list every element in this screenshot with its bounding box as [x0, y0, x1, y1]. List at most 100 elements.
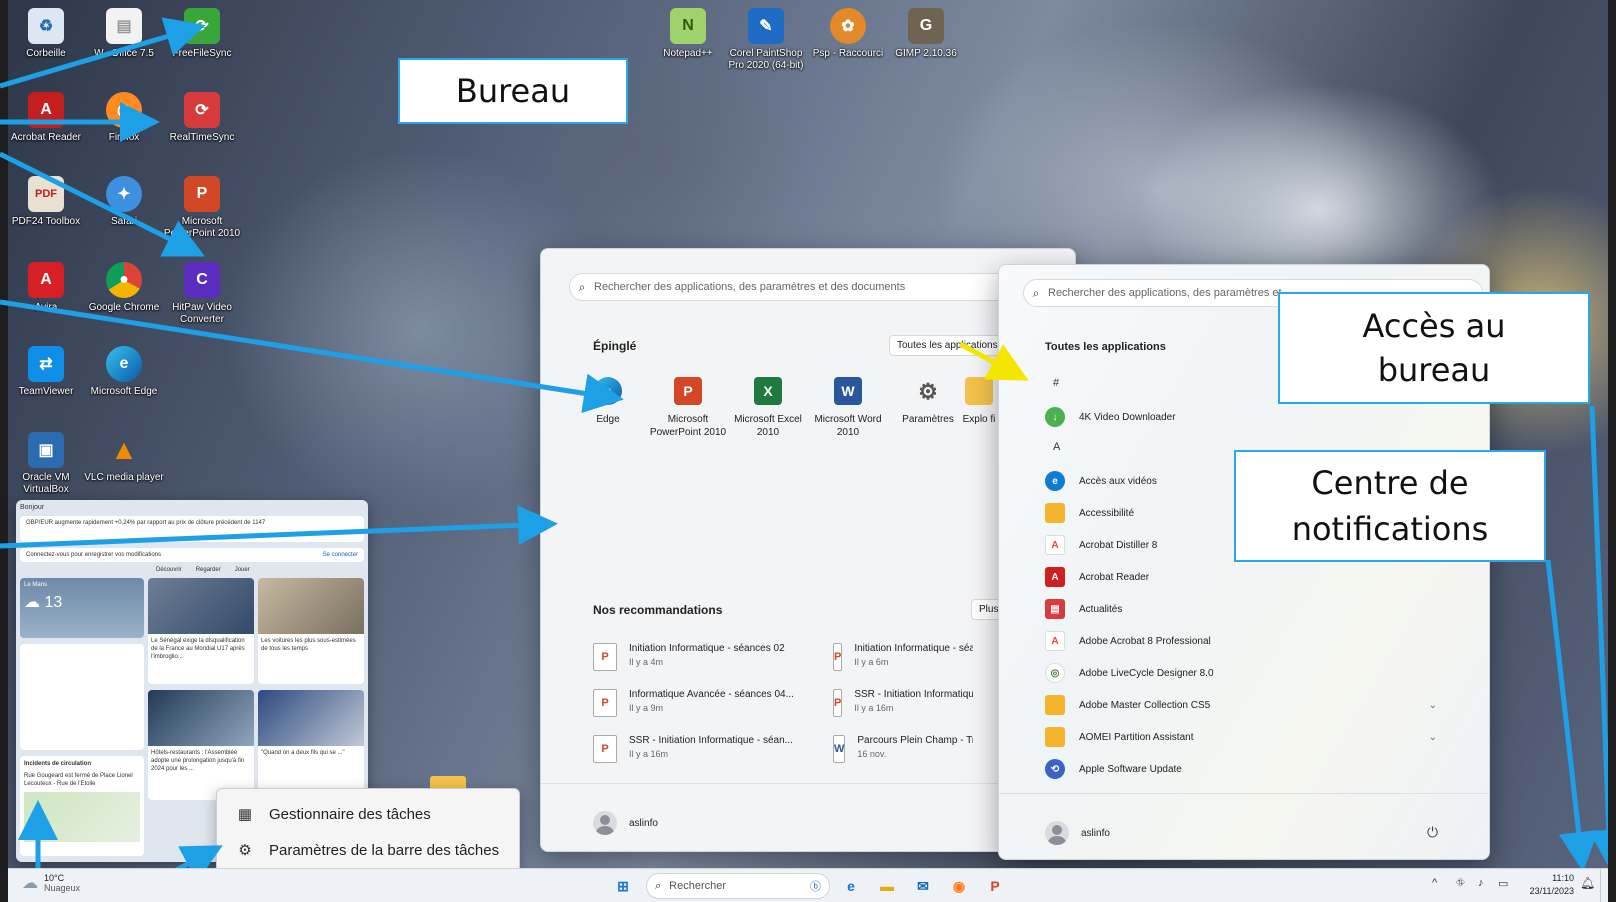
- notification-bell-icon[interactable]: 🔔︎: [1580, 876, 1595, 890]
- widgets-headline: GBP/EUR augmente rapidement +0,24% par r…: [26, 520, 266, 526]
- show-desktop-button[interactable]: [1600, 869, 1606, 902]
- livecycle-icon: ◎: [1045, 663, 1065, 683]
- tab-regarder[interactable]: Regarder: [196, 566, 221, 574]
- app-label: Acrobat Reader: [1079, 571, 1150, 583]
- app-item-aomei[interactable]: AOMEI Partition Assistant ⌄: [1045, 725, 1445, 749]
- menu-item-task-manager[interactable]: ▦ Gestionnaire des tâches: [225, 797, 513, 831]
- desktop-icon-gimp[interactable]: G GIMP 2.10.36: [884, 8, 968, 60]
- news-card[interactable]: Hôtels-restaurants : l'Assemblée adopte …: [148, 690, 254, 800]
- menu-item-taskbar-settings[interactable]: ⚙ Paramètres de la barre des tâches: [225, 833, 513, 867]
- chevron-down-icon[interactable]: ⌄: [1429, 732, 1437, 743]
- tray-chevron-up-icon[interactable]: ^: [1432, 877, 1437, 889]
- traffic-widget[interactable]: Incidents de circulation Rue Gougeard es…: [20, 756, 144, 856]
- chevron-down-icon[interactable]: ⌄: [1429, 700, 1437, 711]
- search-icon: ⌕: [1032, 285, 1040, 300]
- start-user-button[interactable]: aslinfo: [593, 811, 658, 835]
- start-button[interactable]: ⊞: [610, 873, 636, 899]
- letter-header[interactable]: #: [1053, 377, 1059, 389]
- rec-title: SSR - Initiation Informatique - séan...: [629, 735, 793, 746]
- bing-icon: ⓑ: [810, 881, 821, 893]
- pinned-edge[interactable]: e Edge: [567, 377, 649, 426]
- pinned-word[interactable]: W Microsoft Word 2010: [807, 377, 889, 439]
- all-apps-button[interactable]: Toutes les applications: [889, 335, 1006, 356]
- app-item-apple-software-update[interactable]: ⟲ Apple Software Update: [1045, 757, 1445, 781]
- word-icon: W: [834, 377, 862, 405]
- rec-time: Il y a 6m: [854, 657, 889, 667]
- taskbar-edge[interactable]: e: [838, 873, 864, 899]
- desktop-icon-pdf24[interactable]: PDF PDF24 Toolbox: [4, 176, 88, 228]
- firefox-icon: ◉: [106, 92, 142, 128]
- desktop-icon-firefox[interactable]: ◉ Firefox: [82, 92, 166, 144]
- desktop-icon-avira[interactable]: A Avira: [4, 262, 88, 314]
- stocks-widget[interactable]: [20, 644, 144, 750]
- tab-decouvrir[interactable]: Découvrir: [156, 566, 182, 574]
- rec-title: SSR - Initiation Informatique: [854, 689, 973, 700]
- taskbar-powerpoint[interactable]: P: [982, 873, 1008, 899]
- pinned-powerpoint[interactable]: P Microsoft PowerPoint 2010: [647, 377, 729, 439]
- widgets-headline-card[interactable]: GBP/EUR augmente rapidement +0,24% par r…: [20, 516, 364, 542]
- news-card[interactable]: Les voitures les plus sous-estimées de t…: [258, 578, 364, 684]
- start-search-input[interactable]: ⌕ Rechercher des applications, des param…: [569, 273, 1049, 301]
- desktop-icon-edge[interactable]: e Microsoft Edge: [82, 346, 166, 398]
- recommendation-item[interactable]: P SSR - Initiation Informatique Il y a 16…: [833, 689, 973, 723]
- desktop-icon-notepadpp[interactable]: N Notepad++: [646, 8, 730, 60]
- desktop-icon-powerpoint[interactable]: P Microsoft PowerPoint 2010: [160, 176, 244, 240]
- desktop-icon-teamviewer[interactable]: ⇄ TeamViewer: [4, 346, 88, 398]
- app-item-4k-video-downloader[interactable]: ↓ 4K Video Downloader: [1045, 405, 1445, 429]
- pinned-explorer[interactable]: Explo fi: [959, 377, 999, 426]
- letter-header[interactable]: A: [1053, 441, 1060, 453]
- desktop-icon-vlc[interactable]: ▲ VLC media player: [82, 432, 166, 484]
- edge-icon: e: [1045, 471, 1065, 491]
- pinned-excel[interactable]: X Microsoft Excel 2010: [727, 377, 809, 439]
- app-item-acrobat-8-pro[interactable]: A Adobe Acrobat 8 Professional: [1045, 629, 1445, 653]
- app-item-master-collection[interactable]: Adobe Master Collection CS5 ⌄: [1045, 693, 1445, 717]
- pinned-parametres[interactable]: ⚙ Paramètres: [887, 377, 969, 426]
- recommendation-item[interactable]: P Initiation Informatique - séances 02 Il…: [593, 643, 813, 677]
- word-file-icon: W: [833, 735, 846, 763]
- recommendation-item[interactable]: P SSR - Initiation Informatique - séan..…: [593, 735, 813, 769]
- volume-icon[interactable]: ♪: [1478, 877, 1484, 889]
- power-icon[interactable]: ⏻: [1427, 825, 1438, 841]
- widgets-signin-link[interactable]: Se connecter: [323, 551, 358, 559]
- taskbar-file-explorer[interactable]: ▬: [874, 873, 900, 899]
- desktop-icon-corbeille[interactable]: ♻ Corbeille: [4, 8, 88, 60]
- app-item-acrobat-reader[interactable]: A Acrobat Reader: [1045, 565, 1445, 589]
- recommendation-item[interactable]: P Initiation Informatique - séa Il y a 6m: [833, 643, 973, 677]
- taskbar-weather[interactable]: ☁ 10°C Nuageux: [22, 873, 80, 893]
- desktop-icon-safari[interactable]: ✦ Safari: [82, 176, 166, 228]
- desktop-icon-realtimesync[interactable]: ⟳ RealTimeSync: [160, 92, 244, 144]
- pdf24-icon: PDF: [28, 176, 64, 212]
- news-image: [148, 578, 254, 634]
- all-apps-user-button[interactable]: aslinfo: [1045, 821, 1110, 845]
- network-icon[interactable]: ⛗: [1456, 877, 1465, 890]
- document-icon: ▤: [106, 8, 142, 44]
- powerpoint-file-icon: P: [833, 689, 843, 717]
- app-item-actualites[interactable]: ▤ Actualités: [1045, 597, 1445, 621]
- desktop-icon-office[interactable]: ▤ W...Office 7.5: [82, 8, 166, 60]
- desktop-icon-virtualbox[interactable]: ▣ Oracle VM VirtualBox: [4, 432, 88, 496]
- desktop[interactable]: ♻ Corbeille ▤ W...Office 7.5 ⟳ FreeFileS…: [0, 0, 1616, 902]
- widgets-signin-card[interactable]: Connectez-vous pour enregistrer vos modi…: [20, 548, 364, 562]
- desktop-icon-paintshop[interactable]: ✎ Corel PaintShop Pro 2020 (64-bit): [724, 8, 808, 72]
- recommendation-item[interactable]: P Informatique Avancée - séances 04... Il…: [593, 689, 813, 723]
- app-item-livecycle[interactable]: ◎ Adobe LiveCycle Designer 8.0: [1045, 661, 1445, 685]
- taskbar-clock[interactable]: 11:10 23/11/2023: [1518, 872, 1574, 898]
- taskbar-search[interactable]: ⌕ Rechercher ⓑ: [646, 873, 830, 899]
- taskbar-firefox[interactable]: ◉: [946, 873, 972, 899]
- battery-icon[interactable]: ▭: [1498, 877, 1508, 890]
- desktop-icon-hitpaw[interactable]: C HitPaw Video Converter: [160, 262, 244, 326]
- weather-widget[interactable]: Le Mans ☁ 13: [20, 578, 144, 638]
- desktop-icon-acrobat[interactable]: A Acrobat Reader: [4, 92, 88, 144]
- menu-item-label: Paramètres de la barre des tâches: [269, 841, 500, 859]
- taskbar-context-menu: ▦ Gestionnaire des tâches ⚙ Paramètres d…: [216, 788, 520, 874]
- news-card[interactable]: Le Sénégal exige la disqualification de …: [148, 578, 254, 684]
- desktop-icon-psp[interactable]: ✿ Psp - Raccourci: [806, 8, 890, 60]
- powerpoint-file-icon: P: [593, 643, 617, 671]
- news-card[interactable]: "Quand on a deux fils qui se ...": [258, 690, 364, 800]
- recommendation-item[interactable]: W Parcours Plein Champ - Tran 16 nov.: [833, 735, 973, 769]
- desktop-icon-freefilesync[interactable]: ⟳ FreeFileSync: [160, 8, 244, 60]
- taskbar-mail[interactable]: ✉: [910, 873, 936, 899]
- desktop-icon-chrome[interactable]: ● Google Chrome: [82, 262, 166, 314]
- tab-jouer[interactable]: Jouer: [235, 566, 250, 574]
- paintshop-icon: ✎: [748, 8, 784, 44]
